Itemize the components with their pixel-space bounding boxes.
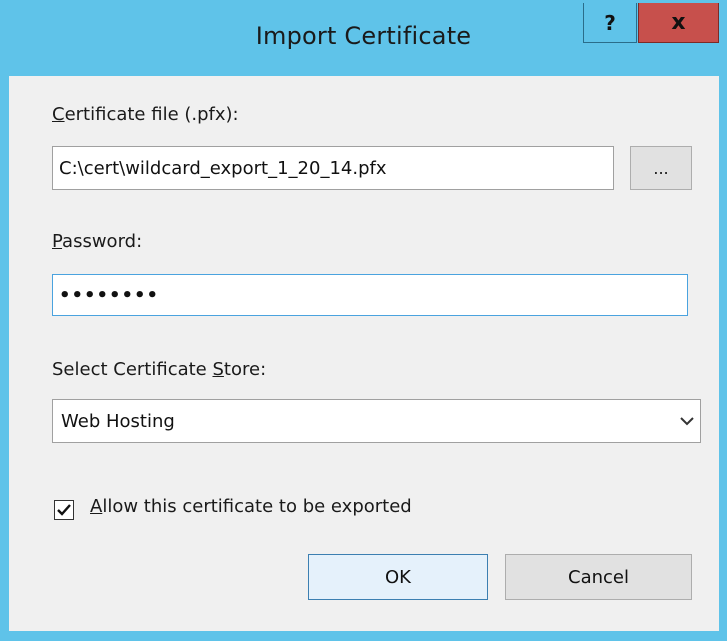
ellipsis-icon: ... [653,158,669,178]
browse-button[interactable]: ... [630,146,692,190]
password-mask: •••••••• [59,284,160,306]
password-input[interactable]: •••••••• [52,274,688,316]
exportable-checkbox[interactable] [54,500,74,520]
close-icon: x [671,10,686,35]
cancel-button[interactable]: Cancel [505,554,692,600]
chevron-down-icon [680,417,694,426]
password-label: Password: [52,231,143,252]
title-bar[interactable]: Import Certificate ? x [0,0,727,76]
ok-button[interactable]: OK [308,554,488,600]
help-icon: ? [604,10,616,35]
ok-label: OK [385,566,411,588]
dialog-body: Certificate file (.pfx): C:\cert\wildcar… [9,76,719,631]
cert-file-label: Certificate file (.pfx): [52,104,239,125]
close-button[interactable]: x [638,3,719,43]
cert-file-input[interactable]: C:\cert\wildcard_export_1_20_14.pfx [52,146,614,190]
cert-file-value: C:\cert\wildcard_export_1_20_14.pfx [59,157,387,179]
store-label: Select Certificate Store: [52,359,267,380]
help-button[interactable]: ? [583,3,637,43]
exportable-label[interactable]: Allow this certificate to be exported [90,496,412,517]
cancel-label: Cancel [568,566,629,588]
certificate-store-select[interactable]: Web Hosting [52,399,701,443]
dialog-window: Import Certificate ? x Certificate file … [0,0,727,641]
checkmark-icon [57,504,71,516]
store-selected-value: Web Hosting [61,411,175,432]
